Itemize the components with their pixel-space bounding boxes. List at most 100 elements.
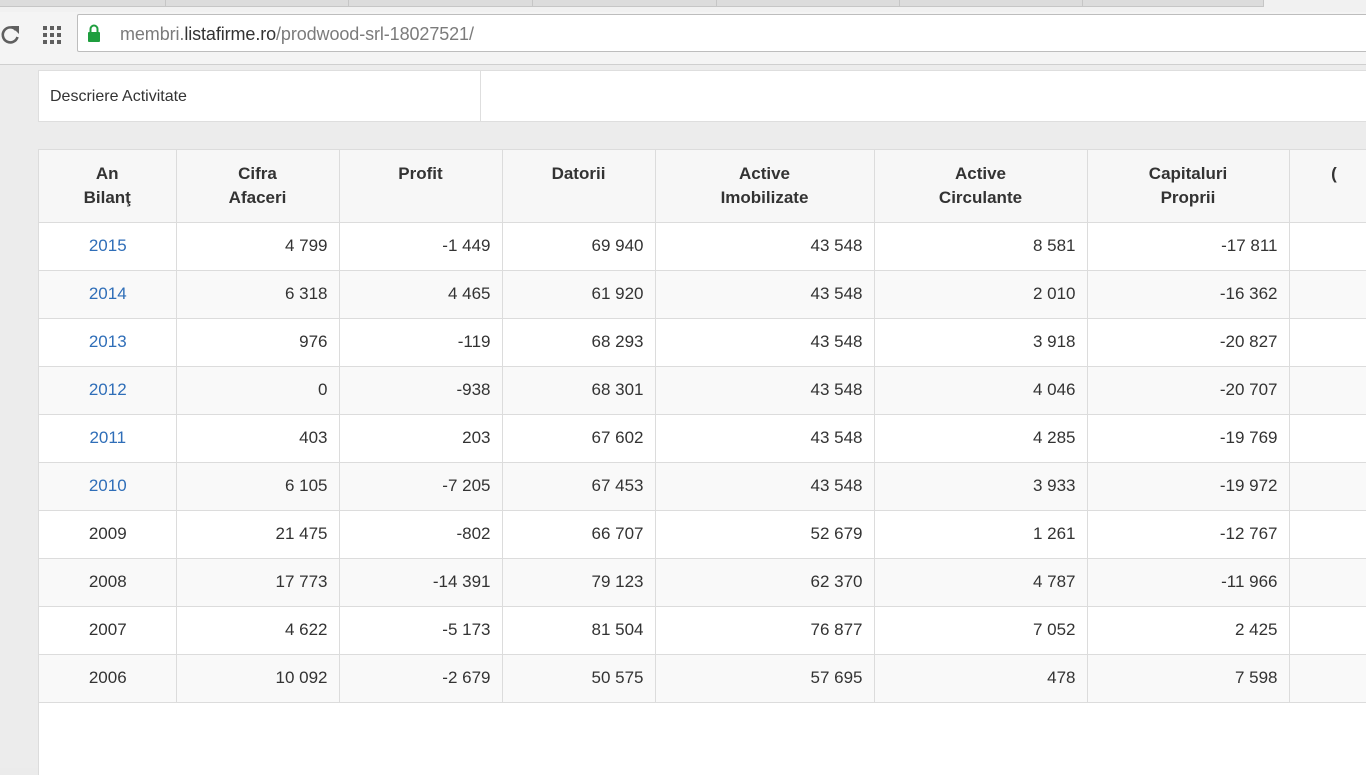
year-link[interactable]: 2011 (89, 428, 126, 447)
value-cell: 4 465 (339, 270, 502, 318)
value-cell: 57 695 (655, 654, 874, 702)
value-cell: 10 092 (176, 654, 339, 702)
browser-tab[interactable] (166, 0, 349, 7)
value-cell: 67 602 (502, 414, 655, 462)
address-bar[interactable]: membri.listafirme.ro/prodwood-srl-180275… (77, 14, 1366, 52)
value-cell: -17 811 (1087, 222, 1289, 270)
value-cell: 478 (874, 654, 1087, 702)
year-text: 2008 (89, 572, 127, 591)
header-line: An (40, 162, 175, 186)
value-cell: -1 449 (339, 222, 502, 270)
value-cell: 4 787 (874, 558, 1087, 606)
table-row: 20106 105-7 20567 45343 5483 933-19 972 (39, 462, 1366, 510)
value-cell: 203 (339, 414, 502, 462)
browser-tab[interactable] (0, 0, 166, 7)
table-row: 2013976-11968 29343 5483 918-20 827 (39, 318, 1366, 366)
header-line: Proprii (1089, 186, 1288, 210)
value-cell: 68 301 (502, 366, 655, 414)
year-cell: 2013 (39, 318, 176, 366)
value-cell: 61 920 (502, 270, 655, 318)
value-cell: 6 318 (176, 270, 339, 318)
year-cell: 2012 (39, 366, 176, 414)
year-cell: 2006 (39, 654, 176, 702)
lock-icon (87, 23, 101, 43)
table-row: 20120-93868 30143 5484 046-20 707 (39, 366, 1366, 414)
year-link[interactable]: 2010 (89, 476, 127, 495)
value-cell: -19 972 (1087, 462, 1289, 510)
reload-icon[interactable] (0, 24, 22, 46)
header-line: Capitaluri (1089, 162, 1288, 186)
header-turnover: CifraAfaceri (176, 150, 339, 222)
value-cell: 43 548 (655, 270, 874, 318)
value-cell: 50 575 (502, 654, 655, 702)
value-cell (1289, 558, 1366, 606)
value-cell: 68 293 (502, 318, 655, 366)
value-cell: 43 548 (655, 222, 874, 270)
value-cell: 43 548 (655, 462, 874, 510)
value-cell: 4 799 (176, 222, 339, 270)
value-cell: 1 261 (874, 510, 1087, 558)
value-cell: -2 679 (339, 654, 502, 702)
table-row: 201140320367 60243 5484 285-19 769 (39, 414, 1366, 462)
value-cell: 7 598 (1087, 654, 1289, 702)
value-cell: 17 773 (176, 558, 339, 606)
header-line: Cifra (178, 162, 338, 186)
year-text: 2009 (89, 524, 127, 543)
header-line: Imobilizate (657, 186, 873, 210)
value-cell: 8 581 (874, 222, 1087, 270)
value-cell: -11 966 (1087, 558, 1289, 606)
table-row: 20146 3184 46561 92043 5482 010-16 362 (39, 270, 1366, 318)
value-cell: 79 123 (502, 558, 655, 606)
value-cell: 976 (176, 318, 339, 366)
value-cell: 66 707 (502, 510, 655, 558)
value-cell: 76 877 (655, 606, 874, 654)
browser-tab[interactable] (717, 0, 900, 7)
apps-grid-icon[interactable] (42, 25, 62, 45)
value-cell: 7 052 (874, 606, 1087, 654)
value-cell: 62 370 (655, 558, 874, 606)
header-debts: Datorii (502, 150, 655, 222)
year-link[interactable]: 2015 (89, 236, 127, 255)
table-footer-space (38, 709, 1366, 769)
header-profit: Profit (339, 150, 502, 222)
table-row: 2006 10 092-2 67950 57557 6954787 598 (39, 654, 1366, 702)
value-cell: 43 548 (655, 414, 874, 462)
year-cell: 2009 (39, 510, 176, 558)
value-cell (1289, 654, 1366, 702)
value-cell: 69 940 (502, 222, 655, 270)
value-cell: -119 (339, 318, 502, 366)
value-cell: 4 622 (176, 606, 339, 654)
value-cell: 81 504 (502, 606, 655, 654)
year-link[interactable]: 2013 (89, 332, 127, 351)
header-equity: CapitaluriProprii (1087, 150, 1289, 222)
year-link[interactable]: 2014 (89, 284, 127, 303)
description-divider (480, 71, 481, 121)
header-line: Active (657, 162, 873, 186)
value-cell: -802 (339, 510, 502, 558)
value-cell: -14 391 (339, 558, 502, 606)
value-cell (1289, 366, 1366, 414)
browser-tab[interactable] (533, 0, 717, 7)
year-text: 2006 (89, 668, 127, 687)
header-year: AnBilanţ (39, 150, 176, 222)
browser-tab[interactable] (900, 0, 1083, 7)
header-line: Circulante (876, 186, 1086, 210)
value-cell: 0 (176, 366, 339, 414)
value-cell: 3 933 (874, 462, 1087, 510)
value-cell (1289, 510, 1366, 558)
header-current-assets: ActiveCirculante (874, 150, 1087, 222)
value-cell (1289, 414, 1366, 462)
header-fixed-assets: ActiveImobilizate (655, 150, 874, 222)
value-cell (1289, 270, 1366, 318)
browser-tab[interactable] (349, 0, 533, 7)
description-row: Descriere Activitate (38, 70, 1366, 122)
value-cell: 67 453 (502, 462, 655, 510)
year-link[interactable]: 2012 (89, 380, 127, 399)
table-row: 20074 622-5 17381 50476 8777 0522 425 (39, 606, 1366, 654)
url-prefix: membri. (120, 24, 184, 44)
year-text: 2007 (89, 620, 127, 639)
value-cell: 3 918 (874, 318, 1087, 366)
value-cell: 43 548 (655, 318, 874, 366)
browser-tab[interactable] (1083, 0, 1264, 7)
value-cell: 43 548 (655, 366, 874, 414)
